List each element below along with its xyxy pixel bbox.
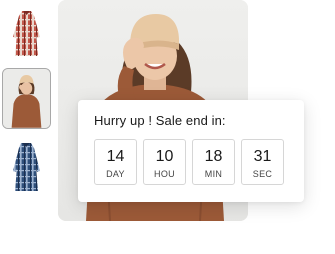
thumbnail-red-plaid-dress[interactable]	[2, 4, 51, 65]
countdown-hours-label: HOU	[154, 169, 175, 179]
blue-plaid-dress-image	[2, 137, 51, 198]
red-plaid-dress-image	[2, 4, 51, 65]
countdown-units: 14 DAY 10 HOU 18 MIN 31 SEC	[94, 139, 284, 185]
countdown-seconds: 31 SEC	[241, 139, 284, 185]
countdown-days: 14 DAY	[94, 139, 137, 185]
countdown-seconds-label: SEC	[252, 169, 273, 179]
thumbnail-blue-plaid-dress[interactable]	[2, 137, 51, 198]
brown-sweater-image	[3, 69, 50, 128]
countdown-hours: 10 HOU	[143, 139, 186, 185]
countdown-hours-value: 10	[155, 148, 174, 165]
countdown-days-value: 14	[106, 148, 125, 165]
countdown-minutes-label: MIN	[204, 169, 223, 179]
product-gallery: Hurry up ! Sale end in: 14 DAY 10 HOU 18…	[0, 0, 335, 254]
countdown-minutes-value: 18	[204, 148, 223, 165]
thumbnail-brown-sweater[interactable]	[2, 68, 51, 129]
countdown-seconds-value: 31	[253, 148, 272, 165]
countdown-days-label: DAY	[106, 169, 125, 179]
countdown-title: Hurry up ! Sale end in:	[94, 113, 226, 128]
sale-countdown-card: Hurry up ! Sale end in: 14 DAY 10 HOU 18…	[78, 100, 304, 202]
countdown-minutes: 18 MIN	[192, 139, 235, 185]
